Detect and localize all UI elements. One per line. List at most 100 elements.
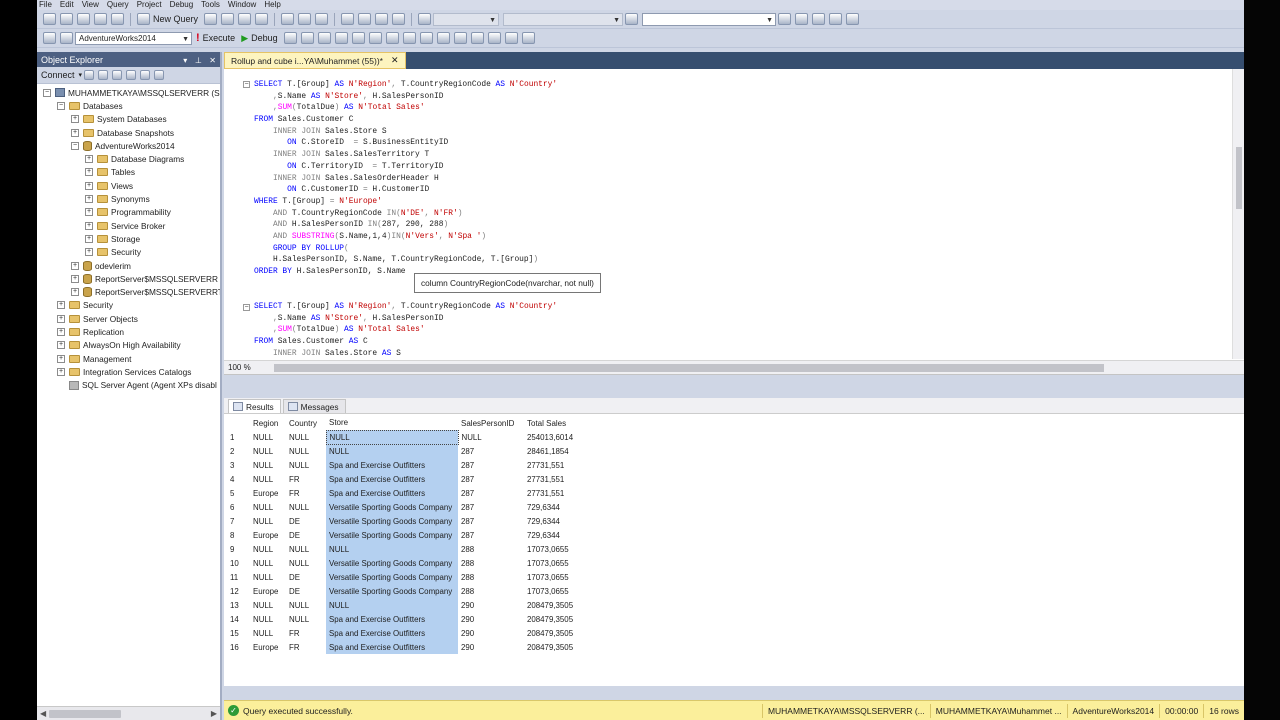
grid-cell[interactable]: 287 xyxy=(458,528,524,542)
grid-cell[interactable]: Spa and Exercise Outfitters xyxy=(326,612,458,626)
grid-cell[interactable]: NULL xyxy=(250,458,286,472)
grid-cell[interactable]: Spa and Exercise Outfitters xyxy=(326,458,458,472)
menu-tools[interactable]: Tools xyxy=(199,0,226,10)
grid-cell[interactable]: 17073,0655 xyxy=(524,556,586,570)
object-explorer-icon[interactable] xyxy=(795,13,809,25)
grid-cell[interactable]: NULL xyxy=(250,612,286,626)
scroll-thumb[interactable] xyxy=(1236,147,1242,209)
tab-results[interactable]: Results xyxy=(228,399,281,413)
grid-cell[interactable]: 17073,0655 xyxy=(524,584,586,598)
grid-cell[interactable]: Europe xyxy=(250,528,286,542)
tree-node[interactable]: − MUHAMMETKAYA\MSSQLSERVERR (S xyxy=(37,86,220,99)
expand-node-icon[interactable]: + xyxy=(71,274,79,283)
template-explorer-icon[interactable] xyxy=(812,13,826,25)
expand-node-icon[interactable]: + xyxy=(85,234,93,243)
live-query-stats-icon[interactable] xyxy=(419,32,433,44)
stop-icon[interactable] xyxy=(112,70,123,80)
grid-cell[interactable]: 288 xyxy=(458,584,524,598)
connect-button[interactable]: Connect xyxy=(41,70,75,80)
table-row[interactable]: 7 NULL DE Versatile Sporting Goods Company 2… xyxy=(227,514,586,528)
menu-view[interactable]: View xyxy=(80,0,105,10)
column-header[interactable]: Total Sales xyxy=(524,416,586,430)
scroll-left-icon[interactable]: ◀ xyxy=(40,709,46,718)
tree-node[interactable]: + Security xyxy=(37,299,220,312)
expand-node-icon[interactable]: + xyxy=(57,354,65,363)
grid-cell[interactable]: NULL xyxy=(286,598,326,612)
grid-cell[interactable]: Versatile Sporting Goods Company xyxy=(326,500,458,514)
collapse-node-icon[interactable]: − xyxy=(71,141,79,150)
grid-cell[interactable]: NULL xyxy=(250,626,286,640)
query-document-tab[interactable]: Rollup and cube i...YA\Muhammet (55))* ✕ xyxy=(224,52,406,69)
execute-icon[interactable]: ! xyxy=(196,32,200,44)
new-query-icon[interactable] xyxy=(137,13,150,25)
tab-messages[interactable]: Messages xyxy=(282,399,346,413)
grid-cell[interactable]: DE xyxy=(286,570,326,584)
grid-cell[interactable]: 288 xyxy=(458,542,524,556)
tree-node[interactable]: + ReportServer$MSSQLSERVERRTe xyxy=(37,285,220,298)
menu-project[interactable]: Project xyxy=(135,0,168,10)
menu-query[interactable]: Query xyxy=(105,0,135,10)
tree-node[interactable]: + Storage xyxy=(37,232,220,245)
save-all-icon[interactable] xyxy=(111,13,124,25)
tree-node[interactable]: − Databases xyxy=(37,99,220,112)
grid-cell[interactable]: 27731,551 xyxy=(524,458,586,472)
row-number[interactable]: 15 xyxy=(227,626,250,640)
grid-cell[interactable]: NULL xyxy=(458,430,524,444)
tree-node[interactable]: + ReportServer$MSSQLSERVERR xyxy=(37,272,220,285)
start-debugging-icon[interactable] xyxy=(418,13,432,25)
properties-icon[interactable] xyxy=(778,13,792,25)
grid-cell[interactable]: FR xyxy=(286,486,326,500)
debug-icon[interactable]: ▶ xyxy=(241,33,248,44)
grid-cell[interactable]: NULL xyxy=(250,598,286,612)
expand-node-icon[interactable]: + xyxy=(57,341,65,350)
column-header[interactable]: Store xyxy=(326,416,458,430)
grid-cell[interactable]: Europe xyxy=(250,584,286,598)
grid-cell[interactable]: 288 xyxy=(458,570,524,584)
table-row[interactable]: 2 NULL NULL NULL 287 28461,1854 xyxy=(227,444,586,458)
tree-node[interactable]: + Views xyxy=(37,179,220,192)
filter-icon[interactable] xyxy=(126,70,137,80)
grid-cell[interactable]: DE xyxy=(286,514,326,528)
tree-node[interactable]: + odevlerim xyxy=(37,259,220,272)
grid-cell[interactable]: 208479,3505 xyxy=(524,598,586,612)
grid-cell[interactable]: Versatile Sporting Goods Company xyxy=(326,584,458,598)
grid-cell[interactable]: Europe xyxy=(250,486,286,500)
expand-node-icon[interactable]: + xyxy=(71,128,79,137)
include-actual-plan-icon[interactable] xyxy=(402,32,416,44)
table-row[interactable]: 15 NULL FR Spa and Exercise Outfitters 290 20… xyxy=(227,626,586,640)
table-row[interactable]: 6 NULL NULL Versatile Sporting Goods Compan… xyxy=(227,500,586,514)
expand-node-icon[interactable]: + xyxy=(71,261,79,270)
row-number[interactable]: 9 xyxy=(227,542,250,556)
navigate-backward-icon[interactable] xyxy=(375,13,389,25)
tree-node[interactable]: + Security xyxy=(37,246,220,259)
row-number[interactable]: 14 xyxy=(227,612,250,626)
expand-node-icon[interactable]: + xyxy=(85,221,93,230)
grid-cell[interactable]: NULL xyxy=(286,542,326,556)
menu-window[interactable]: Window xyxy=(226,0,262,10)
grid-cell[interactable]: NULL xyxy=(286,444,326,458)
tree-node[interactable]: + Replication xyxy=(37,325,220,338)
grid-cell[interactable]: NULL xyxy=(286,612,326,626)
menu-file[interactable]: File xyxy=(37,0,58,10)
collapse-region-icon[interactable]: − xyxy=(243,304,250,311)
collapse-node-icon[interactable]: − xyxy=(43,88,51,97)
grid-cell[interactable]: NULL xyxy=(326,598,458,612)
grid-cell[interactable]: NULL xyxy=(250,542,286,556)
find-in-files-icon[interactable] xyxy=(625,13,639,25)
table-row[interactable]: 1 NULL NULL NULL NULL 254013,6014 xyxy=(227,429,586,445)
specify-template-values-icon[interactable] xyxy=(521,32,535,44)
refresh-icon[interactable] xyxy=(140,70,151,80)
grid-cell[interactable]: NULL xyxy=(250,500,286,514)
query-designer-icon[interactable] xyxy=(334,32,348,44)
results-to-file-icon[interactable] xyxy=(385,32,399,44)
tree-node[interactable]: + Service Broker xyxy=(37,219,220,232)
table-row[interactable]: 3 NULL NULL Spa and Exercise Outfitters 287 2… xyxy=(227,458,586,472)
dmx-query-icon[interactable] xyxy=(238,13,252,25)
table-row[interactable]: 16 Europe FR Spa and Exercise Outfitters 290… xyxy=(227,640,586,654)
grid-cell[interactable]: 27731,551 xyxy=(524,472,586,486)
comment-out-icon[interactable] xyxy=(453,32,467,44)
grid-cell[interactable]: Spa and Exercise Outfitters xyxy=(326,626,458,640)
client-statistics-icon[interactable] xyxy=(436,32,450,44)
grid-cell[interactable]: Versatile Sporting Goods Company xyxy=(326,514,458,528)
grid-cell[interactable]: Spa and Exercise Outfitters xyxy=(326,640,458,654)
